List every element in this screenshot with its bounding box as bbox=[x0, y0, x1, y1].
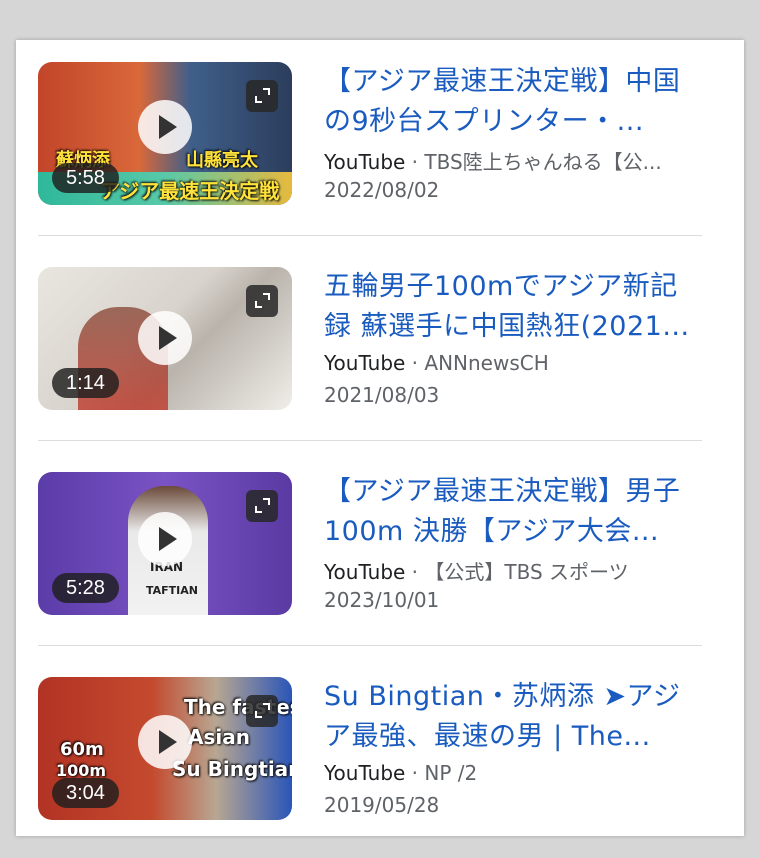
thumbnail-caption: 山縣亮太 bbox=[186, 150, 258, 171]
video-source: YouTube bbox=[324, 351, 406, 375]
video-meta: YouTube · NP /2 bbox=[324, 761, 704, 785]
video-channel: 【公式】TBS スポーツ bbox=[424, 560, 629, 584]
video-result[interactable]: IRAN TAFTIAN 5:28 【アジア最速王決定戦】男子100m 決勝【ア… bbox=[38, 472, 702, 622]
video-date: 2019/05/28 bbox=[324, 793, 440, 817]
thumbnail-caption: アジア最速王決定戦 bbox=[100, 179, 280, 203]
divider bbox=[38, 235, 702, 236]
video-title-link[interactable]: 五輪男子100mでアジア新記録 蘇選手に中国熱狂(2021... bbox=[324, 267, 704, 347]
video-thumbnail[interactable]: 1:14 bbox=[38, 267, 292, 410]
video-result[interactable]: 蘇炳添 山縣亮太 アジア最速王決定戦 5:58 【アジア最速王決定戦】中国の9秒… bbox=[38, 62, 702, 212]
play-icon[interactable] bbox=[138, 311, 192, 365]
video-channel: ANNnewsCH bbox=[424, 351, 549, 375]
video-date: 2021/08/03 bbox=[324, 383, 440, 407]
expand-icon[interactable] bbox=[246, 285, 278, 317]
expand-icon[interactable] bbox=[246, 490, 278, 522]
divider bbox=[38, 440, 702, 441]
video-thumbnail[interactable]: The fastest Asian Su Bingtian 60m 100m 3… bbox=[38, 677, 292, 820]
play-icon[interactable] bbox=[138, 100, 192, 154]
video-title-link[interactable]: 【アジア最速王決定戦】中国の9秒台スプリンター・... bbox=[324, 62, 704, 142]
video-thumbnail[interactable]: 蘇炳添 山縣亮太 アジア最速王決定戦 5:58 bbox=[38, 62, 292, 205]
video-result[interactable]: 1:14 五輪男子100mでアジア新記録 蘇選手に中国熱狂(2021... Yo… bbox=[38, 267, 702, 417]
video-channel: NP /2 bbox=[424, 761, 478, 785]
video-title-link[interactable]: Su Bingtian・苏炳添 ➤アジア最強、最速の男 | The... bbox=[324, 677, 704, 757]
video-result[interactable]: The fastest Asian Su Bingtian 60m 100m 3… bbox=[38, 677, 702, 827]
video-meta: YouTube · TBS陸上ちゃんねる【公... bbox=[324, 146, 704, 175]
video-duration: 1:14 bbox=[52, 368, 119, 398]
video-source: YouTube bbox=[324, 560, 406, 584]
meta-separator: · bbox=[405, 560, 425, 584]
expand-icon[interactable] bbox=[246, 695, 278, 727]
video-duration: 3:04 bbox=[52, 778, 119, 808]
thumbnail-caption: Asian bbox=[188, 725, 250, 749]
video-meta: YouTube · ANNnewsCH bbox=[324, 351, 704, 375]
video-meta: YouTube · 【公式】TBS スポーツ bbox=[324, 556, 704, 585]
video-date: 2023/10/01 bbox=[324, 588, 440, 612]
video-source: YouTube bbox=[324, 150, 406, 174]
play-icon[interactable] bbox=[138, 715, 192, 769]
meta-separator: · bbox=[405, 761, 425, 785]
expand-icon[interactable] bbox=[246, 80, 278, 112]
meta-separator: · bbox=[405, 351, 425, 375]
video-source: YouTube bbox=[324, 761, 406, 785]
divider bbox=[38, 645, 702, 646]
video-thumbnail[interactable]: IRAN TAFTIAN 5:28 bbox=[38, 472, 292, 615]
video-channel: TBS陸上ちゃんねる【公... bbox=[424, 150, 662, 174]
video-duration: 5:28 bbox=[52, 573, 119, 603]
video-results-card: 蘇炳添 山縣亮太 アジア最速王決定戦 5:58 【アジア最速王決定戦】中国の9秒… bbox=[16, 40, 744, 836]
thumbnail-caption: TAFTIAN bbox=[146, 584, 198, 597]
video-title-link[interactable]: 【アジア最速王決定戦】男子100m 決勝【アジア大会... bbox=[324, 472, 704, 552]
video-date: 2022/08/02 bbox=[324, 178, 440, 202]
thumbnail-caption: 60m bbox=[60, 739, 104, 760]
thumbnail-caption: Su Bingtian bbox=[172, 757, 292, 781]
play-icon[interactable] bbox=[138, 512, 192, 566]
video-duration: 5:58 bbox=[52, 163, 119, 193]
meta-separator: · bbox=[405, 150, 425, 174]
